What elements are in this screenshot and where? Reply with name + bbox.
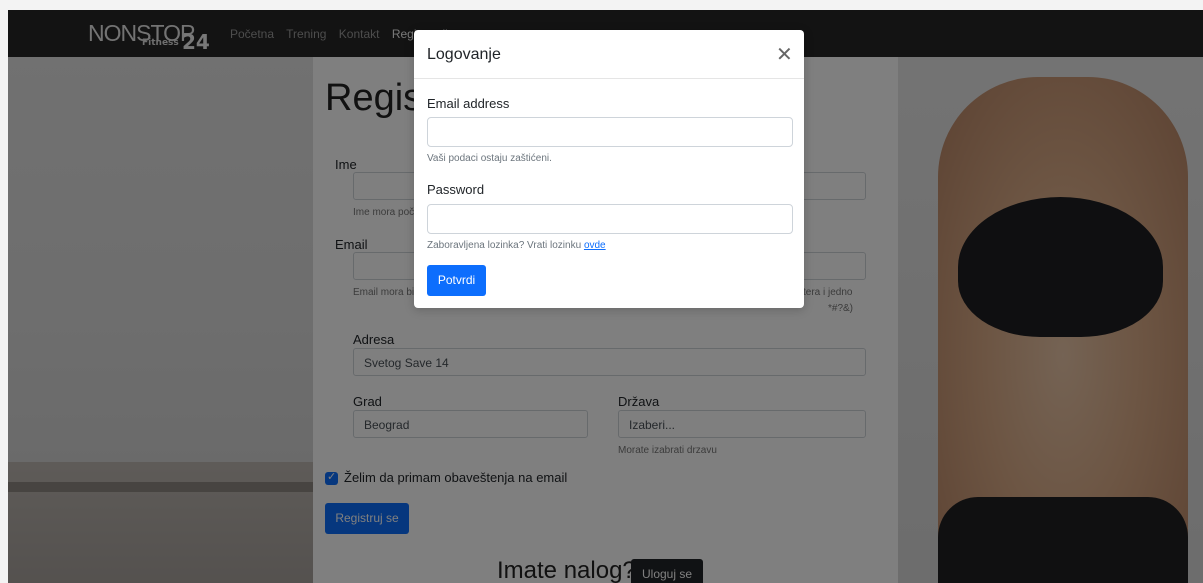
login-modal: Logovanje ✕ Email address Vaši podaci os… xyxy=(414,30,804,308)
login-submit-button[interactable]: Potvrdi xyxy=(427,265,486,296)
login-email-hint: Vaši podaci ostaju zaštićeni. xyxy=(427,153,552,164)
close-icon[interactable]: ✕ xyxy=(776,42,793,66)
login-email-label: Email address xyxy=(427,96,510,111)
forgot-password-link[interactable]: ovde xyxy=(584,240,606,251)
modal-title: Logovanje xyxy=(427,46,501,63)
login-password-input[interactable] xyxy=(427,204,793,234)
browser-viewport: NONSTOP Fitness 24 Početna Trening Konta… xyxy=(8,10,1203,583)
login-email-input[interactable] xyxy=(427,117,793,147)
forgot-password-text: Zaboravljena lozinka? Vrati lozinku ovde xyxy=(427,240,606,251)
login-password-label: Password xyxy=(427,182,485,197)
modal-header: Logovanje ✕ xyxy=(414,30,804,79)
